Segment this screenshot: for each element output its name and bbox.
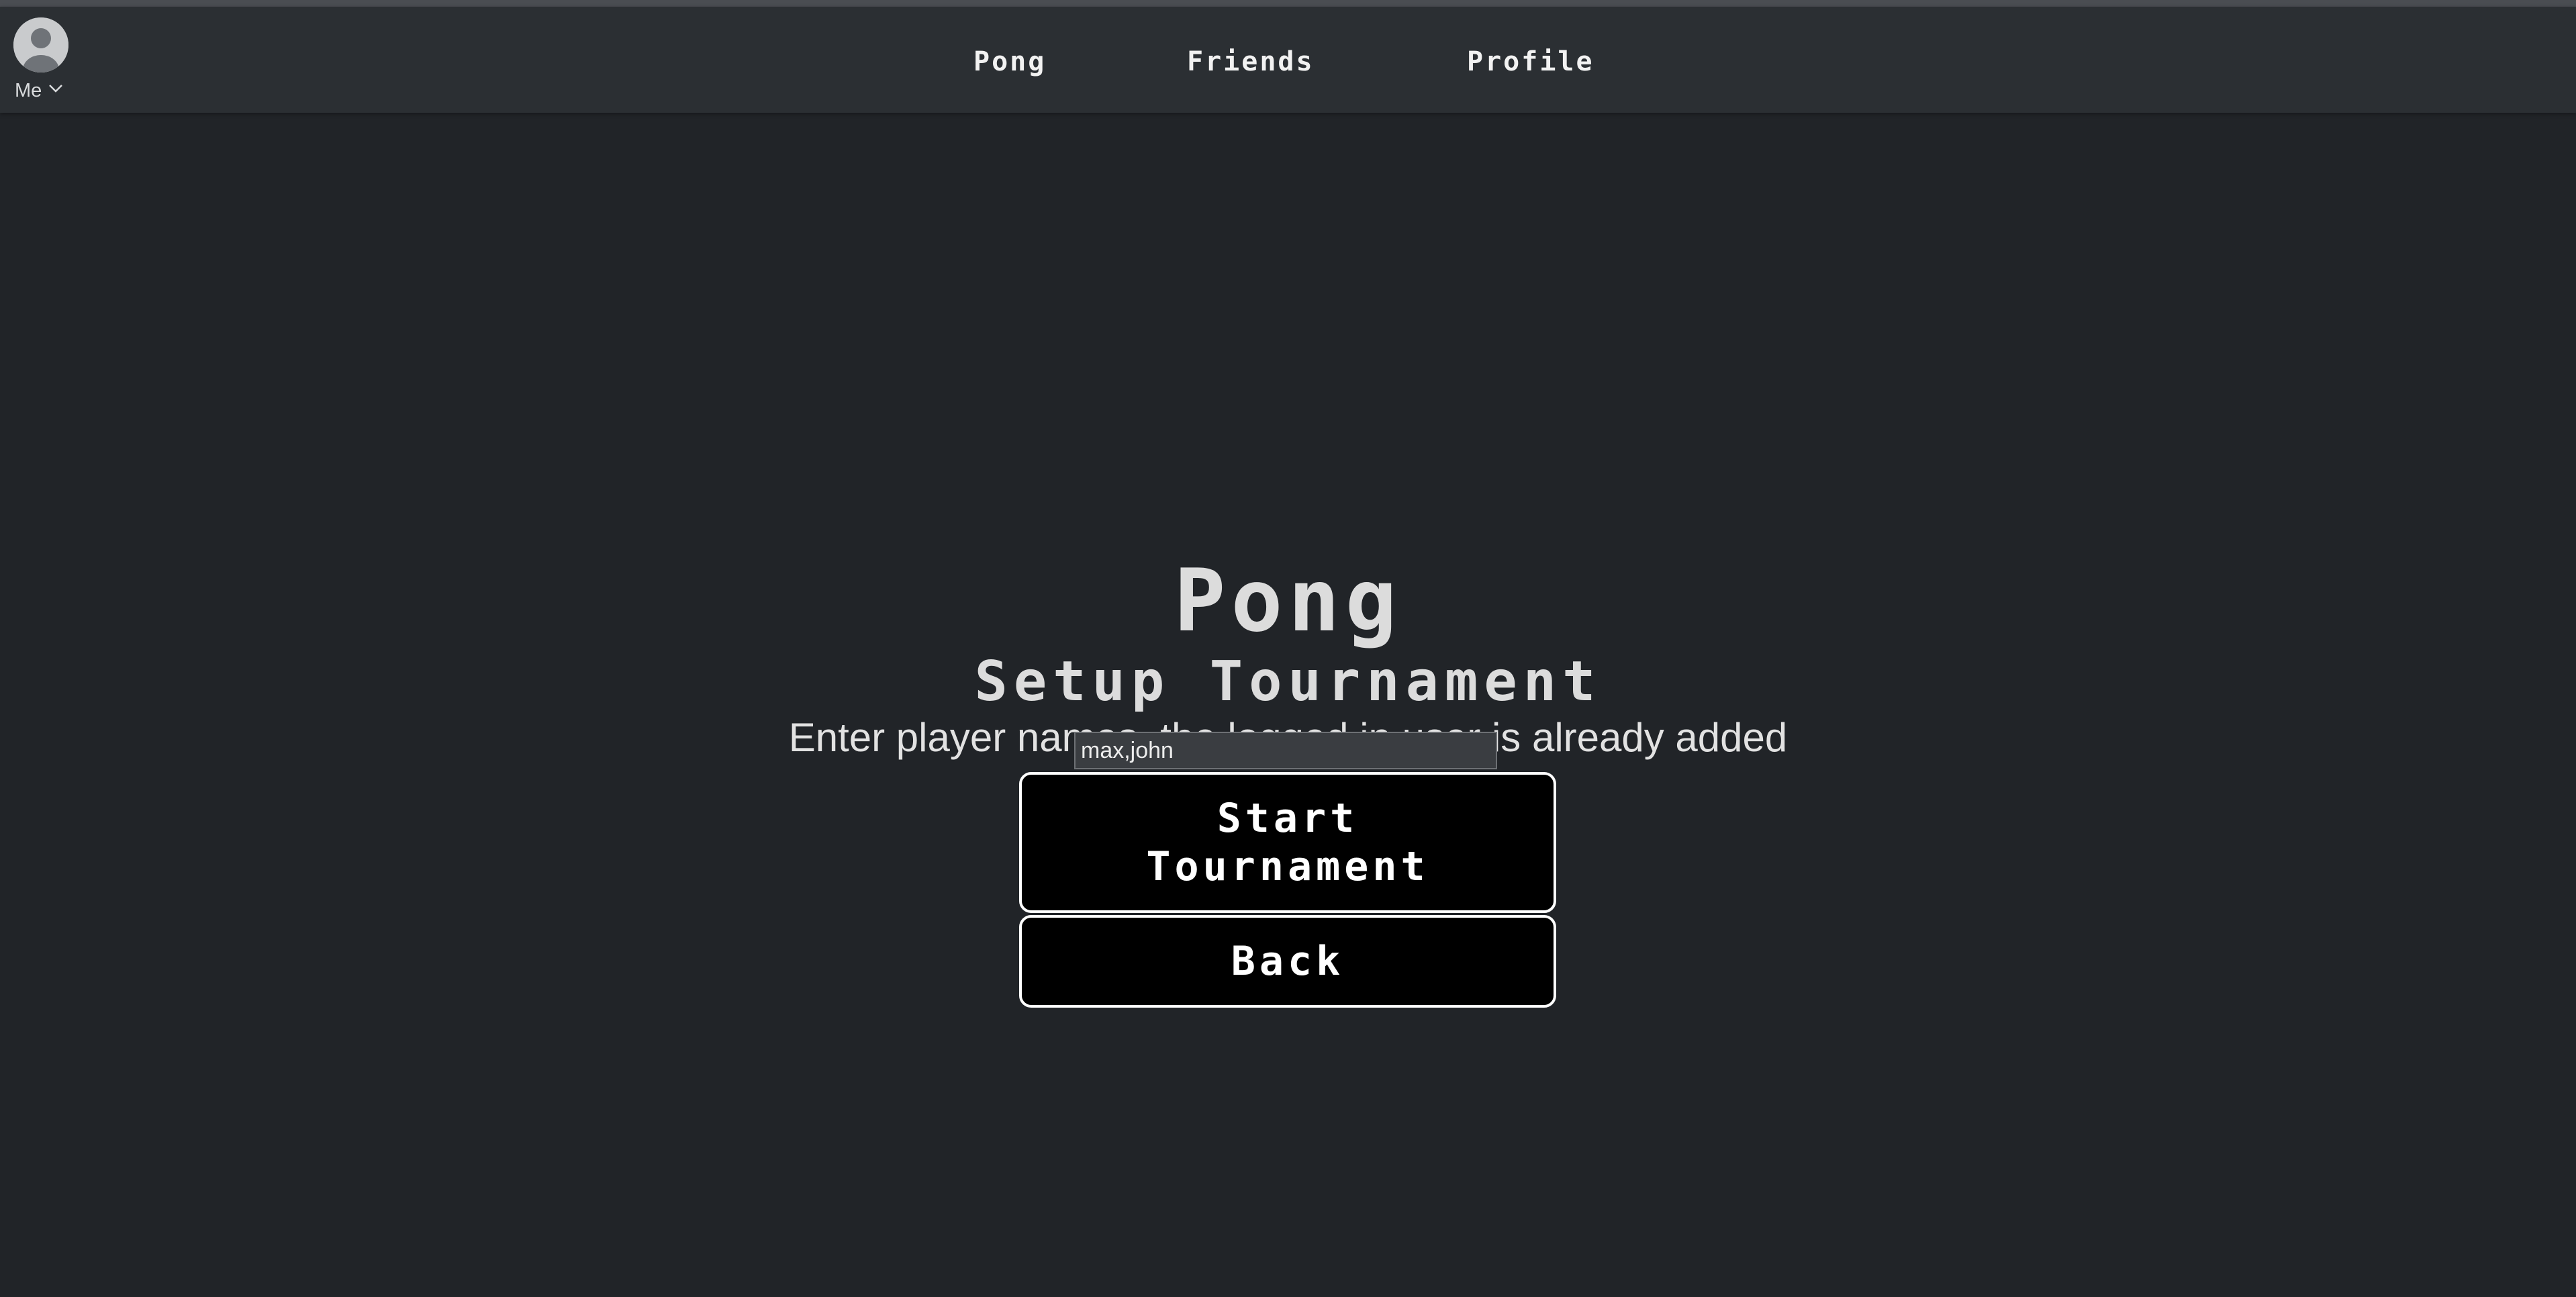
top-navbar: Me Pong Friends Profile (0, 7, 2576, 113)
user-avatar-icon (13, 17, 68, 73)
user-menu-label: Me (15, 80, 42, 101)
nav-link-pong[interactable]: Pong (973, 43, 1046, 81)
nav-link-profile[interactable]: Profile (1467, 43, 1594, 81)
page-title: Pong (1174, 550, 1402, 651)
window-top-strip (0, 0, 2576, 7)
user-menu[interactable]: Me (13, 17, 74, 102)
start-tournament-button[interactable]: Start Tournament (1019, 772, 1556, 913)
page-subtitle: Setup Tournament (974, 650, 1602, 714)
nav-link-friends[interactable]: Friends (1187, 43, 1315, 81)
player-names-input[interactable] (1074, 732, 1497, 769)
chevron-down-icon (49, 85, 62, 93)
back-button[interactable]: Back (1019, 915, 1556, 1008)
